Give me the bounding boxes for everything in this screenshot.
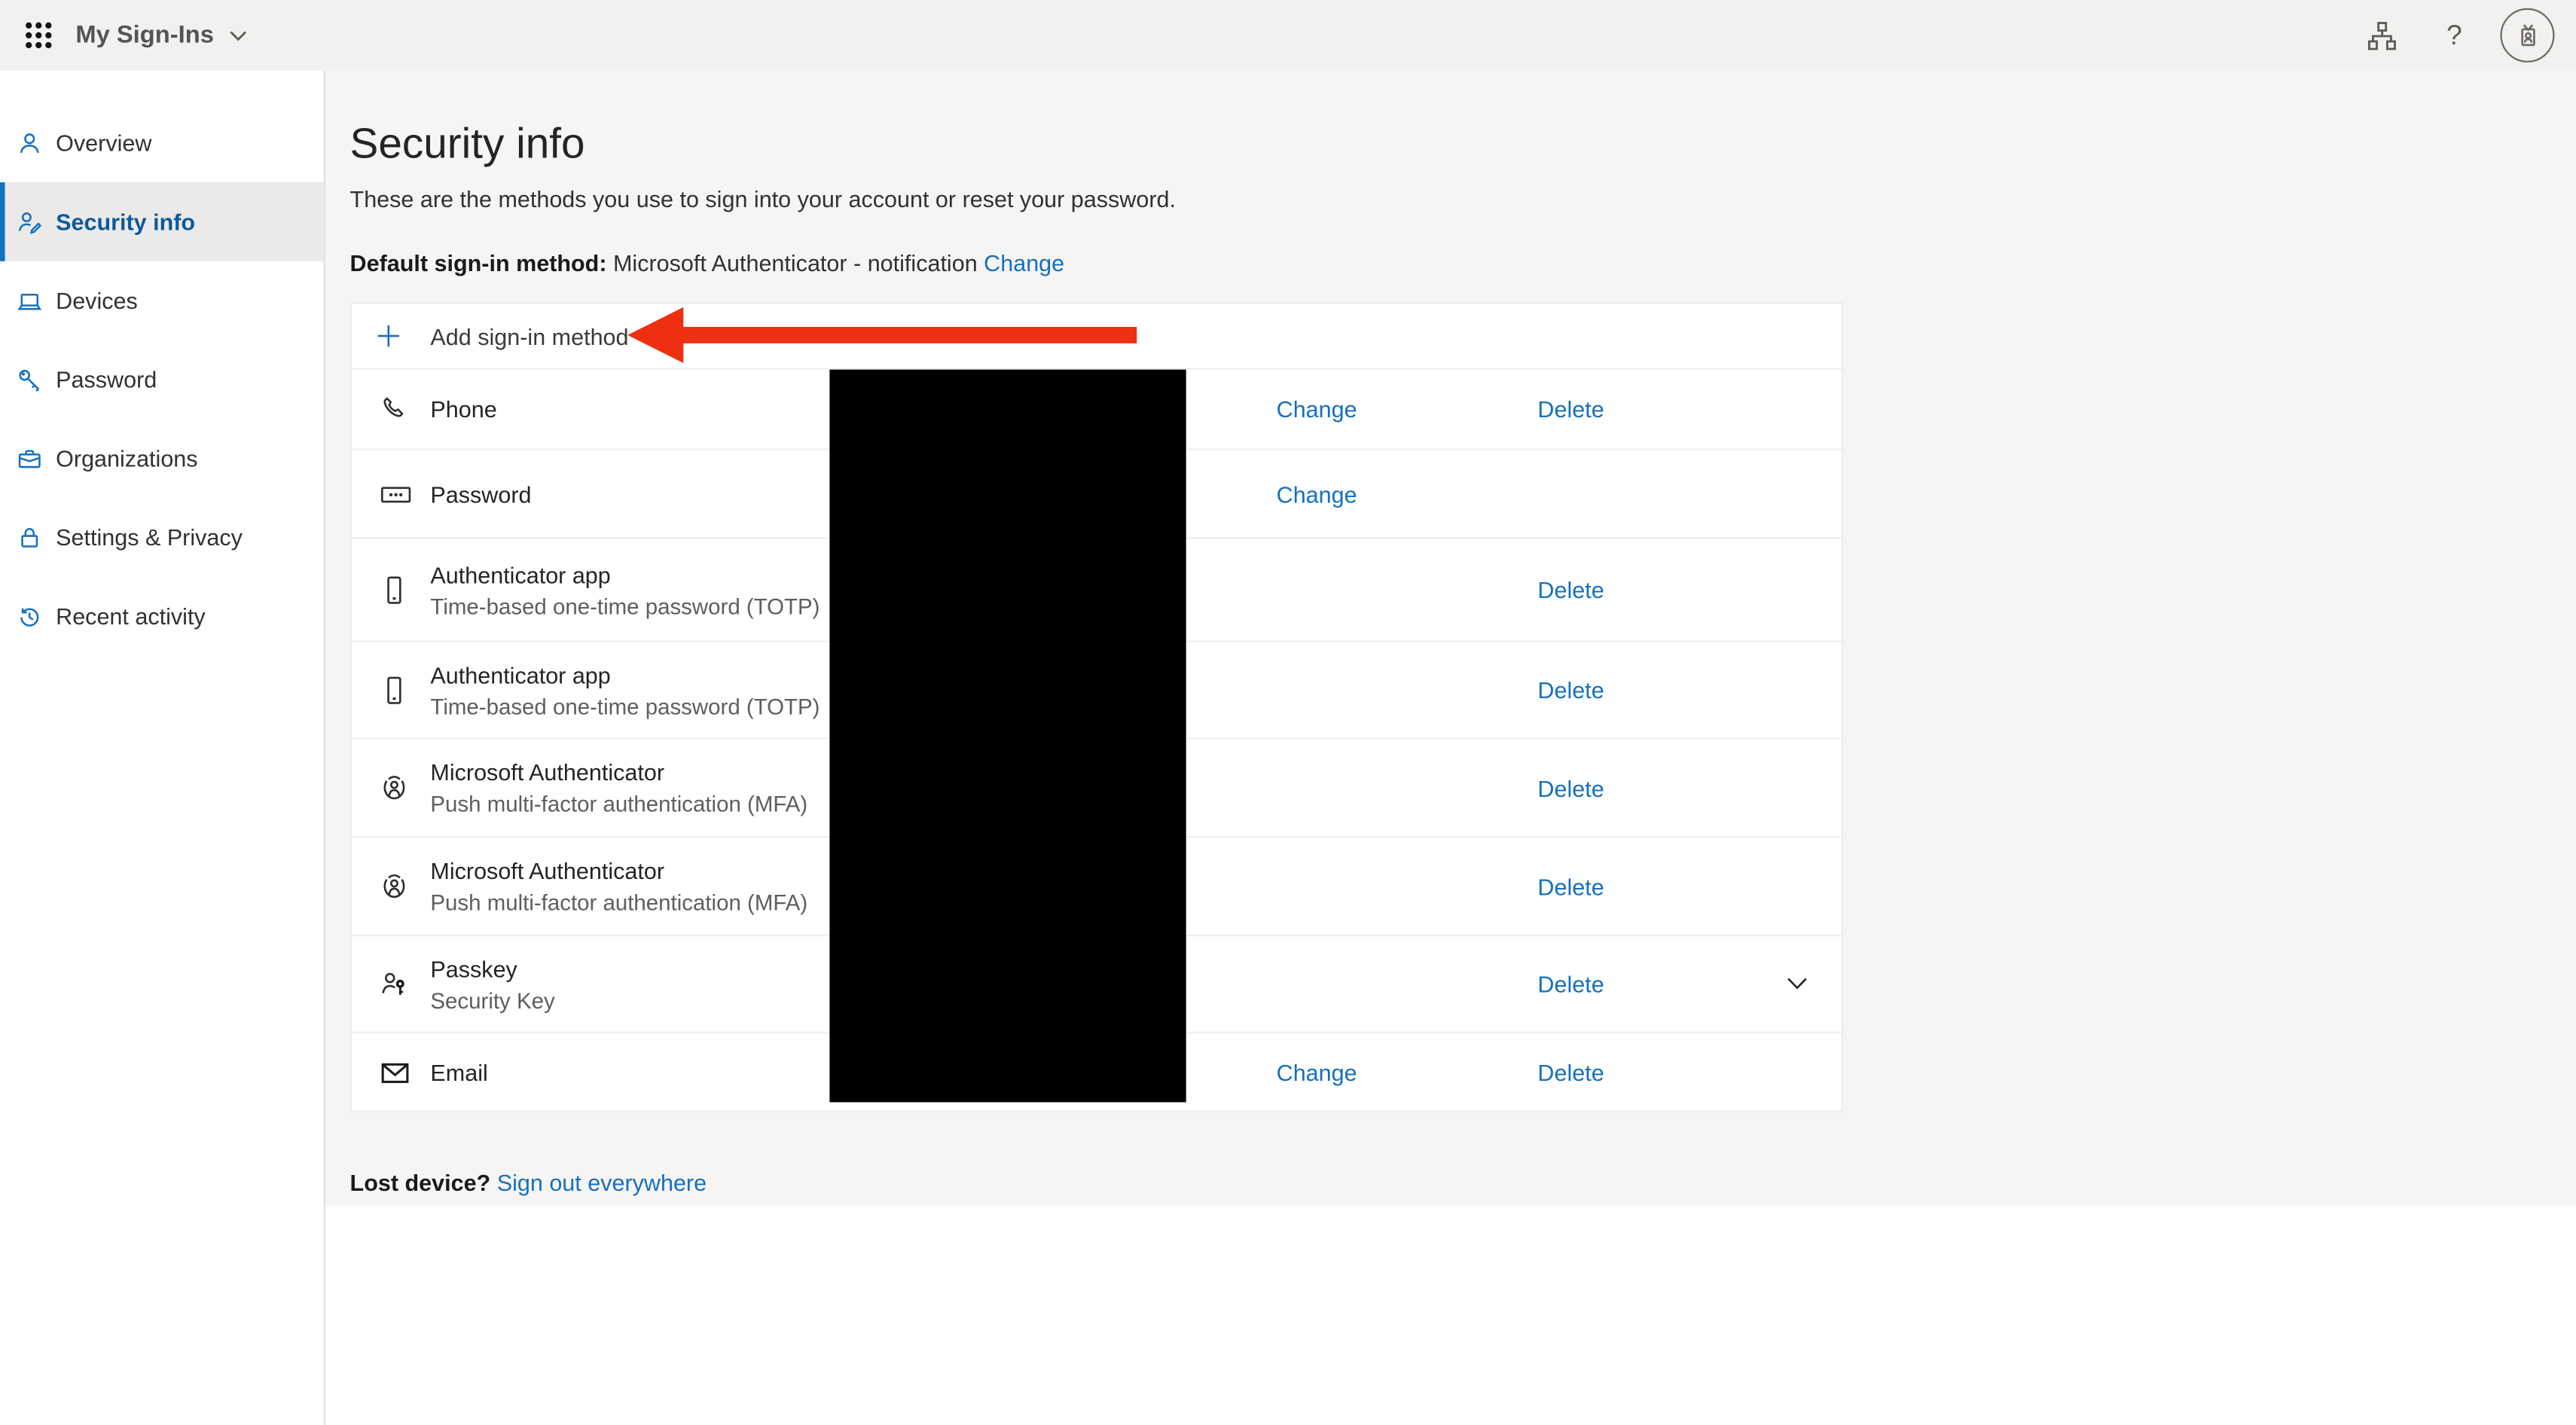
method-name: Phone xyxy=(430,392,496,426)
method-name: Microsoft Authenticator xyxy=(430,755,807,789)
delete-link[interactable]: Delete xyxy=(1537,774,1604,801)
delete-link[interactable]: Delete xyxy=(1537,677,1604,703)
app-launcher-icon xyxy=(24,21,52,49)
passkey-person-key-icon xyxy=(352,969,431,999)
sidebar-item-label: Organizations xyxy=(56,445,197,471)
method-name: Passkey xyxy=(430,952,554,985)
key-icon xyxy=(17,366,43,392)
page-title: Security info xyxy=(350,117,2576,169)
org-switcher-button[interactable] xyxy=(2356,9,2409,62)
default-method-change-link[interactable]: Change xyxy=(984,250,1064,276)
sidebar-item-label: Password xyxy=(56,366,157,392)
lost-device-line: Lost device? Sign out everywhere xyxy=(350,1170,707,1196)
account-button[interactable] xyxy=(2500,8,2554,63)
sidebar-item-overview[interactable]: Overview xyxy=(0,103,324,182)
sidebar-item-security-info[interactable]: Security info xyxy=(0,182,324,261)
person-edit-icon xyxy=(17,209,43,235)
sidebar-item-label: Overview xyxy=(56,130,151,156)
sidebar-nav-list: Overview Security info xyxy=(0,71,324,655)
method-name: Email xyxy=(430,1055,487,1088)
sidebar: Overview Security info xyxy=(0,71,325,1425)
sidebar-item-recent-activity[interactable]: Recent activity xyxy=(0,577,324,656)
method-text: Microsoft AuthenticatorPush multi-factor… xyxy=(430,755,807,819)
top-bar: My Sign-Ins xyxy=(0,0,2576,71)
briefcase-icon xyxy=(17,445,43,471)
method-text: Phone xyxy=(430,392,496,426)
sidebar-item-label: Devices xyxy=(56,288,138,314)
method-text: Authenticator appTime-based one-time pas… xyxy=(430,557,819,621)
method-detail: Time-based one-time password (TOTP) xyxy=(430,590,819,621)
default-sign-in-line: Default sign-in method: Microsoft Authen… xyxy=(350,250,2576,276)
default-method-value: Microsoft Authenticator - notification xyxy=(613,250,978,276)
lost-device-label: Lost device? xyxy=(350,1170,491,1196)
help-icon: ? xyxy=(2446,19,2462,52)
default-method-label: Default sign-in method: xyxy=(350,250,607,276)
chevron-down-icon xyxy=(1786,976,1809,993)
sign-out-everywhere-link[interactable]: Sign out everywhere xyxy=(497,1170,707,1196)
add-sign-in-method-label: Add sign-in method xyxy=(430,323,628,349)
chevron-down-icon xyxy=(229,29,249,41)
app-launcher-button[interactable] xyxy=(10,8,66,63)
method-text: Email xyxy=(430,1055,487,1088)
delete-link[interactable]: Delete xyxy=(1537,1059,1604,1085)
change-link[interactable]: Change xyxy=(1277,481,1357,507)
expand-row-button[interactable] xyxy=(1782,972,1811,996)
method-detail: Push multi-factor authentication (MFA) xyxy=(430,789,807,819)
method-name: Password xyxy=(430,478,531,511)
mobile-phone-icon xyxy=(352,674,431,705)
screen: My Sign-Ins xyxy=(0,0,2576,1425)
laptop-icon xyxy=(17,288,43,314)
sidebar-item-organizations[interactable]: Organizations xyxy=(0,419,324,498)
sidebar-item-password[interactable]: Password xyxy=(0,340,324,419)
authenticator-person-icon xyxy=(352,772,431,803)
sidebar-item-devices[interactable]: Devices xyxy=(0,261,324,340)
method-detail: Push multi-factor authentication (MFA) xyxy=(430,887,807,918)
account-badge-icon xyxy=(2511,19,2544,52)
sidebar-item-settings-privacy[interactable]: Settings & Privacy xyxy=(0,498,324,577)
main-content: Security info These are the methods you … xyxy=(325,71,2576,1206)
delete-link[interactable]: Delete xyxy=(1537,873,1604,899)
change-link[interactable]: Change xyxy=(1277,1059,1357,1085)
add-sign-in-method-button[interactable]: Add sign-in method xyxy=(352,304,1842,369)
method-name: Authenticator app xyxy=(430,658,819,691)
help-button[interactable]: ? xyxy=(2428,9,2481,62)
lock-icon xyxy=(17,524,43,551)
method-detail: Time-based one-time password (TOTP) xyxy=(430,691,819,722)
history-icon xyxy=(17,603,43,629)
sidebar-item-label: Security info xyxy=(56,209,195,235)
redaction-overlay xyxy=(829,370,1186,1103)
method-text: PasskeySecurity Key xyxy=(430,952,554,1016)
person-icon xyxy=(17,130,43,156)
delete-link[interactable]: Delete xyxy=(1537,971,1604,997)
method-name: Authenticator app xyxy=(430,557,819,590)
sidebar-item-label: Settings & Privacy xyxy=(56,524,243,551)
plus-icon xyxy=(352,324,431,349)
mobile-phone-icon xyxy=(352,574,431,605)
sidebar-item-label: Recent activity xyxy=(56,603,206,629)
org-sitemap-icon xyxy=(2366,19,2399,52)
method-text: Password xyxy=(430,478,531,511)
password-dots-icon xyxy=(352,479,431,508)
delete-link[interactable]: Delete xyxy=(1537,396,1604,423)
phone-icon xyxy=(352,394,431,423)
authenticator-person-icon xyxy=(352,871,431,902)
method-name: Microsoft Authenticator xyxy=(430,854,807,887)
envelope-icon xyxy=(352,1059,431,1085)
change-link[interactable]: Change xyxy=(1277,396,1357,423)
app-title: My Sign-Ins xyxy=(75,21,214,49)
method-text: Microsoft AuthenticatorPush multi-factor… xyxy=(430,854,807,918)
delete-link[interactable]: Delete xyxy=(1537,577,1604,603)
method-text: Authenticator appTime-based one-time pas… xyxy=(430,658,819,722)
method-detail: Security Key xyxy=(430,985,554,1016)
app-title-menu[interactable]: My Sign-Ins xyxy=(75,21,248,49)
top-bar-actions: ? xyxy=(2356,8,2576,63)
page-description: These are the methods you use to sign in… xyxy=(350,185,2576,212)
